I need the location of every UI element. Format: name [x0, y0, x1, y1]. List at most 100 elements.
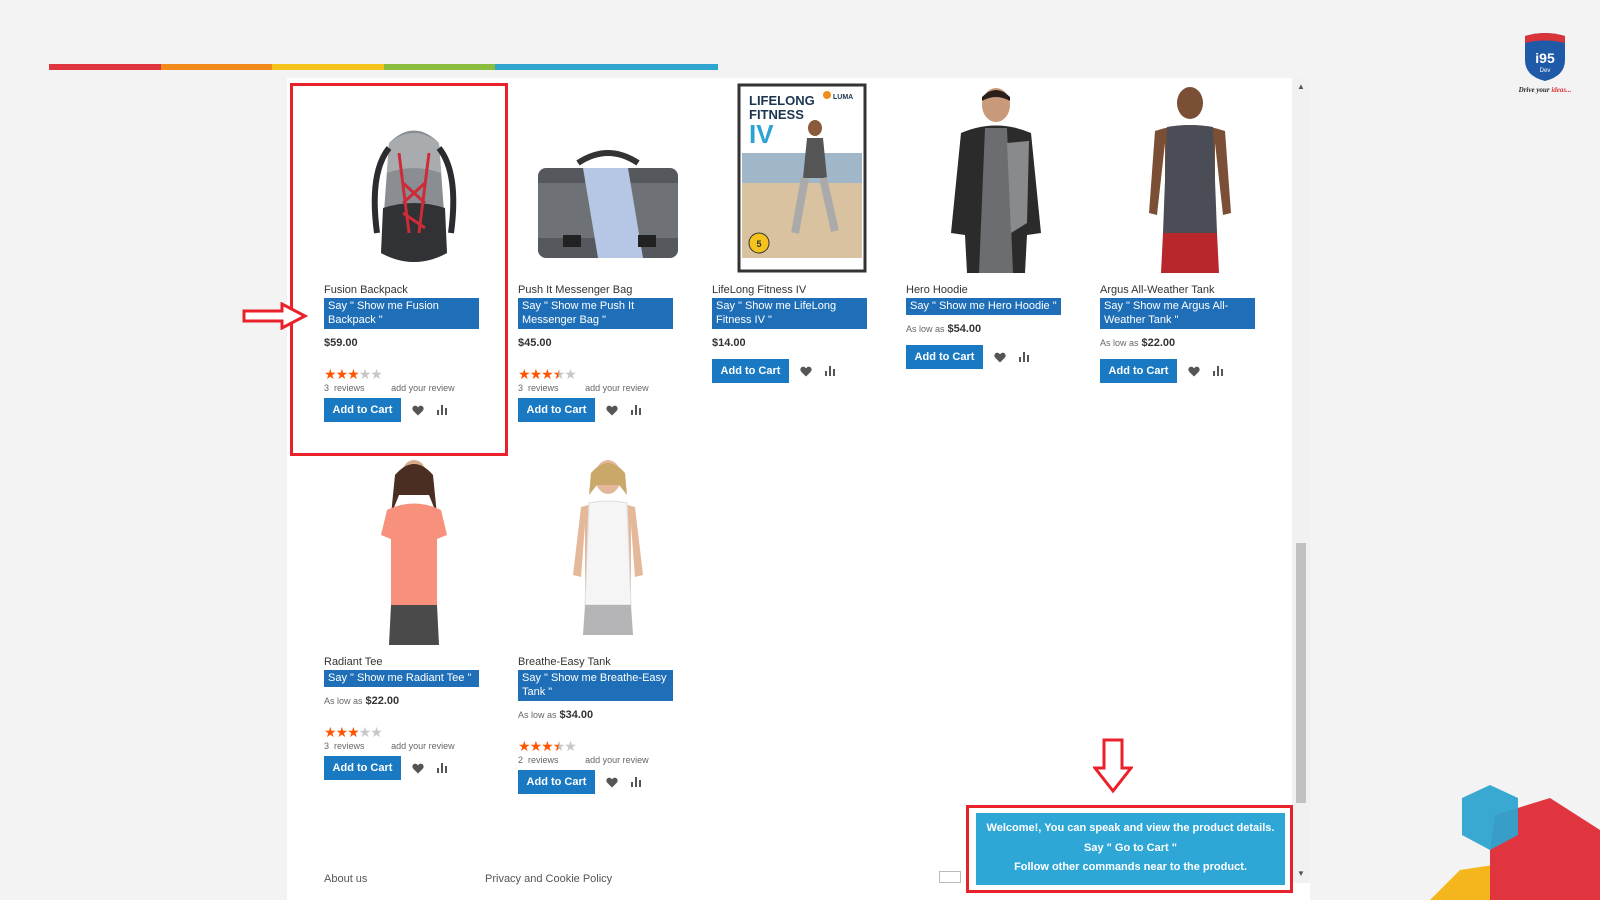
accent-segment: [49, 64, 161, 70]
add-to-cart-button[interactable]: Add to Cart: [518, 770, 595, 794]
product-card: Argus All-Weather Tank Say " Show me Arg…: [1100, 83, 1280, 383]
footer-select[interactable]: [939, 871, 961, 883]
price-label: As low as: [324, 696, 363, 706]
rating-stars: ★★★★★: [518, 366, 577, 382]
product-card: Radiant Tee Say " Show me Radiant Tee " …: [324, 455, 504, 780]
price-label: As low as: [906, 324, 945, 334]
add-review-link[interactable]: add your review: [585, 755, 649, 765]
svg-text:i95: i95: [1535, 50, 1555, 66]
product-card: LIFELONG FITNESS IV LUMA 5 LifeLong Fitn…: [712, 83, 892, 383]
svg-text:LUMA: LUMA: [833, 94, 853, 101]
price-value: $34.00: [559, 709, 594, 721]
accent-segment: [160, 64, 272, 70]
wishlist-heart-icon[interactable]: [993, 350, 1007, 364]
logo-tagline: Drive your ideas...: [1518, 86, 1572, 94]
tee-model-image[interactable]: [324, 455, 504, 645]
footer-about-link[interactable]: About us: [324, 873, 367, 885]
brand-logo: i95 Dev Drive your ideas...: [1508, 30, 1582, 94]
accent-segment: [495, 64, 607, 70]
product-price: As low as $22.00: [1100, 337, 1280, 349]
compare-chart-icon[interactable]: [1017, 350, 1031, 364]
product-name-link[interactable]: Breathe-Easy Tank: [518, 655, 698, 669]
rating-stars: ★★★★★: [324, 724, 383, 740]
voice-command-label: Say " Show me Radiant Tee ": [324, 670, 479, 687]
compare-chart-icon[interactable]: [823, 364, 837, 378]
add-to-cart-button[interactable]: Add to Cart: [324, 756, 401, 780]
voice-command-label: Say " Show me Argus All-Weather Tank ": [1100, 298, 1255, 329]
accent-segment: [383, 64, 495, 70]
compare-chart-icon[interactable]: [629, 403, 643, 417]
product-price: As low as $54.00: [906, 323, 1086, 335]
voice-assistant-notice: Welcome!, You can speak and view the pro…: [976, 813, 1285, 885]
footer-privacy-link[interactable]: Privacy and Cookie Policy: [485, 873, 612, 885]
price-value: $14.00: [712, 337, 746, 349]
reviews-link[interactable]: 3 reviews: [324, 741, 365, 751]
down-arrow-icon: [1091, 738, 1135, 799]
tank-model-image[interactable]: [1100, 83, 1280, 273]
voice-command-label: Say " Show me LifeLong Fitness IV ": [712, 298, 867, 329]
rating-stars: ★★★★★: [518, 738, 577, 754]
product-actions: Add to Cart: [712, 359, 892, 383]
compare-chart-icon[interactable]: [1211, 364, 1225, 378]
svg-text:5: 5: [756, 239, 761, 249]
notice-line-1: Welcome!, You can speak and view the pro…: [986, 822, 1275, 834]
product-name-link[interactable]: Hero Hoodie: [906, 283, 1086, 297]
highlight-box-first-product: [290, 83, 508, 456]
reviews-link[interactable]: 3 reviews: [518, 383, 559, 393]
decorative-corner-shapes: [1400, 780, 1600, 900]
reviews-row: 3 reviews add your review: [518, 383, 698, 393]
wishlist-heart-icon[interactable]: [605, 403, 619, 417]
wishlist-heart-icon[interactable]: [1187, 364, 1201, 378]
notice-line-3: Follow other commands near to the produc…: [1014, 861, 1247, 873]
price-value: $22.00: [1141, 337, 1176, 349]
shield-logo-icon: i95 Dev: [1520, 30, 1570, 82]
add-review-link[interactable]: add your review: [391, 741, 455, 751]
add-to-cart-button[interactable]: Add to Cart: [906, 345, 983, 369]
dvd-cover-image[interactable]: LIFELONG FITNESS IV LUMA 5: [712, 83, 892, 273]
add-review-link[interactable]: add your review: [585, 383, 649, 393]
product-price: $14.00: [712, 337, 892, 349]
product-name-link[interactable]: Radiant Tee: [324, 655, 504, 669]
compare-chart-icon[interactable]: [629, 775, 643, 789]
scroll-down-arrow-icon[interactable]: ▼: [1292, 867, 1310, 881]
product-card: Breathe-Easy Tank Say " Show me Breathe-…: [518, 455, 698, 794]
voice-command-label: Say " Show me Breathe-Easy Tank ": [518, 670, 673, 701]
reviews-row: 3 reviews add your review: [324, 741, 504, 751]
product-actions: Add to Cart: [324, 756, 504, 780]
notice-line-2: Say " Go to Cart ": [1084, 841, 1177, 854]
page-scrollbar[interactable]: ▲ ▼: [1292, 78, 1310, 883]
price-label: As low as: [1100, 338, 1139, 348]
compare-chart-icon[interactable]: [435, 761, 449, 775]
product-card: Push It Messenger Bag Say " Show me Push…: [518, 83, 698, 422]
product-name-link[interactable]: LifeLong Fitness IV: [712, 283, 892, 297]
price-value: $22.00: [365, 695, 400, 707]
add-to-cart-button[interactable]: Add to Cart: [1100, 359, 1177, 383]
reviews-link[interactable]: 2 reviews: [518, 755, 559, 765]
price-label: As low as: [518, 710, 557, 720]
reviews-row: 2 reviews add your review: [518, 755, 698, 765]
voice-command-label: Say " Show me Push It Messenger Bag ": [518, 298, 673, 329]
accent-segment: [606, 64, 718, 70]
messenger-bag-image[interactable]: [518, 83, 698, 273]
product-price: As low as $34.00: [518, 709, 698, 721]
product-name-link[interactable]: Argus All-Weather Tank: [1100, 283, 1280, 297]
wishlist-heart-icon[interactable]: [605, 775, 619, 789]
wishlist-heart-icon[interactable]: [411, 761, 425, 775]
product-name-link[interactable]: Push It Messenger Bag: [518, 283, 698, 297]
product-actions: Add to Cart: [518, 398, 698, 422]
product-actions: Add to Cart: [906, 345, 1086, 369]
svg-text:IV: IV: [749, 119, 774, 149]
wishlist-heart-icon[interactable]: [799, 364, 813, 378]
accent-segment: [272, 64, 384, 70]
add-to-cart-button[interactable]: Add to Cart: [518, 398, 595, 422]
right-arrow-icon: [242, 301, 309, 335]
voice-command-label: Say " Show me Hero Hoodie ": [906, 298, 1061, 315]
add-to-cart-button[interactable]: Add to Cart: [712, 359, 789, 383]
product-actions: Add to Cart: [1100, 359, 1280, 383]
svg-text:LIFELONG: LIFELONG: [749, 93, 815, 108]
scroll-up-arrow-icon[interactable]: ▲: [1292, 80, 1310, 94]
hoodie-model-image[interactable]: [906, 83, 1086, 273]
women-tank-model-image[interactable]: [518, 455, 698, 645]
product-card: Hero Hoodie Say " Show me Hero Hoodie " …: [906, 83, 1086, 369]
scroll-thumb[interactable]: [1296, 543, 1306, 803]
